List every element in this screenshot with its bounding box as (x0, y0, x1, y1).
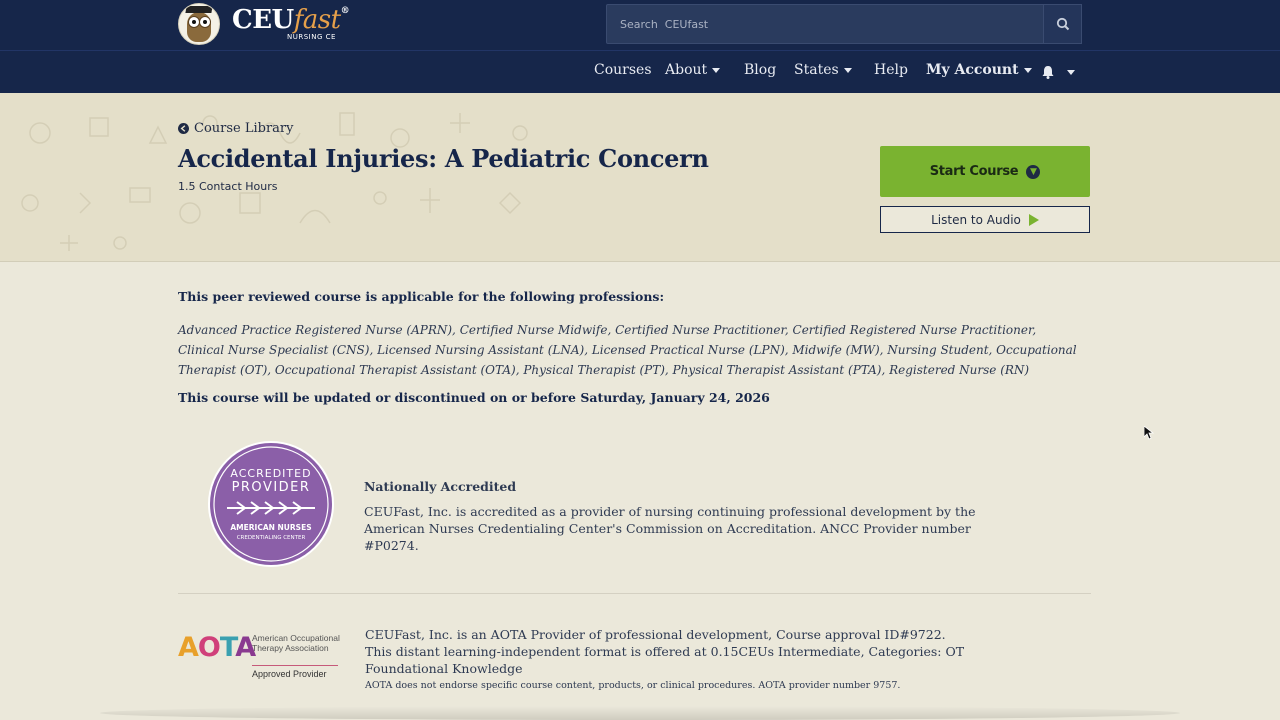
arrow-left-circle-icon (178, 123, 189, 134)
listen-audio-button[interactable]: Listen to Audio (880, 206, 1090, 233)
top-header: CEUfast® NURSING CE (0, 0, 1280, 51)
aota-approved-provider-logo: AOTA American Occupational Therapy Assoc… (178, 632, 348, 682)
ceufast-logo[interactable]: CEUfast® NURSING CE (178, 2, 350, 46)
notifications-button[interactable] (1041, 64, 1055, 83)
aota-text: CEUFast, Inc. is an AOTA Provider of pro… (365, 627, 965, 676)
page-title: Accidental Injuries: A Pediatric Concern (178, 144, 709, 173)
professions-heading: This peer reviewed course is applicable … (178, 289, 665, 304)
svg-text:PROVIDER: PROVIDER (232, 480, 311, 495)
accreditation-text: CEUFast, Inc. is accredited as a provide… (364, 504, 976, 553)
search-button[interactable] (1044, 4, 1082, 44)
aota-org-name: American Occupational Therapy Associatio… (252, 633, 340, 653)
decorative-pattern (21, 112, 528, 251)
svg-text:AMERICAN NURSES: AMERICAN NURSES (230, 523, 311, 532)
update-notice: This course will be updated or discontin… (178, 390, 770, 405)
nav-my-account[interactable]: My Account (926, 51, 1032, 93)
main-nav: Courses About Blog States Help My Accoun… (0, 51, 1280, 93)
search-icon (1056, 17, 1069, 31)
ancc-accredited-provider-badge: ACCREDITED PROVIDER AMERICAN NURSES CRED… (208, 441, 334, 567)
mouse-cursor-icon (1144, 426, 1154, 440)
notifications-chevron-icon[interactable] (1067, 70, 1075, 75)
course-header: Course Library Accidental Injuries: A Pe… (0, 93, 1280, 262)
play-icon (1028, 213, 1039, 226)
chevron-down-icon (1023, 67, 1032, 73)
logo-subtitle: NURSING CE (287, 33, 336, 41)
nav-courses[interactable]: Courses (594, 51, 652, 93)
search-box (606, 4, 1044, 44)
accreditation-title: Nationally Accredited (364, 479, 517, 494)
contact-hours: 1.5 Contact Hours (178, 180, 278, 193)
course-library-link[interactable]: Course Library (178, 121, 294, 136)
bell-icon (1042, 66, 1054, 79)
nav-states[interactable]: States (794, 51, 852, 93)
svg-text:ACCREDITED: ACCREDITED (230, 467, 311, 480)
aota-approved-label: Approved Provider (252, 669, 327, 679)
start-course-button[interactable]: Start Course ▼ (880, 146, 1090, 197)
search-input[interactable] (607, 5, 1043, 43)
nav-help[interactable]: Help (874, 51, 908, 93)
section-divider (178, 593, 1091, 594)
aota-note: AOTA does not endorse specific course co… (365, 680, 901, 691)
owl-logo-icon (178, 3, 220, 45)
nav-about[interactable]: About (665, 51, 721, 93)
chevron-down-icon (843, 67, 852, 73)
professions-list: Advanced Practice Registered Nurse (APRN… (178, 323, 1077, 377)
bottom-shadow (100, 706, 1180, 720)
svg-text:CREDENTIALING CENTER: CREDENTIALING CENTER (237, 535, 306, 541)
aota-letters: AOTA (178, 632, 256, 663)
arrow-down-circle-icon: ▼ (1026, 164, 1041, 179)
nav-blog[interactable]: Blog (744, 51, 776, 93)
chevron-down-icon (712, 67, 721, 73)
logo-wordmark: CEUfast® (232, 5, 350, 35)
